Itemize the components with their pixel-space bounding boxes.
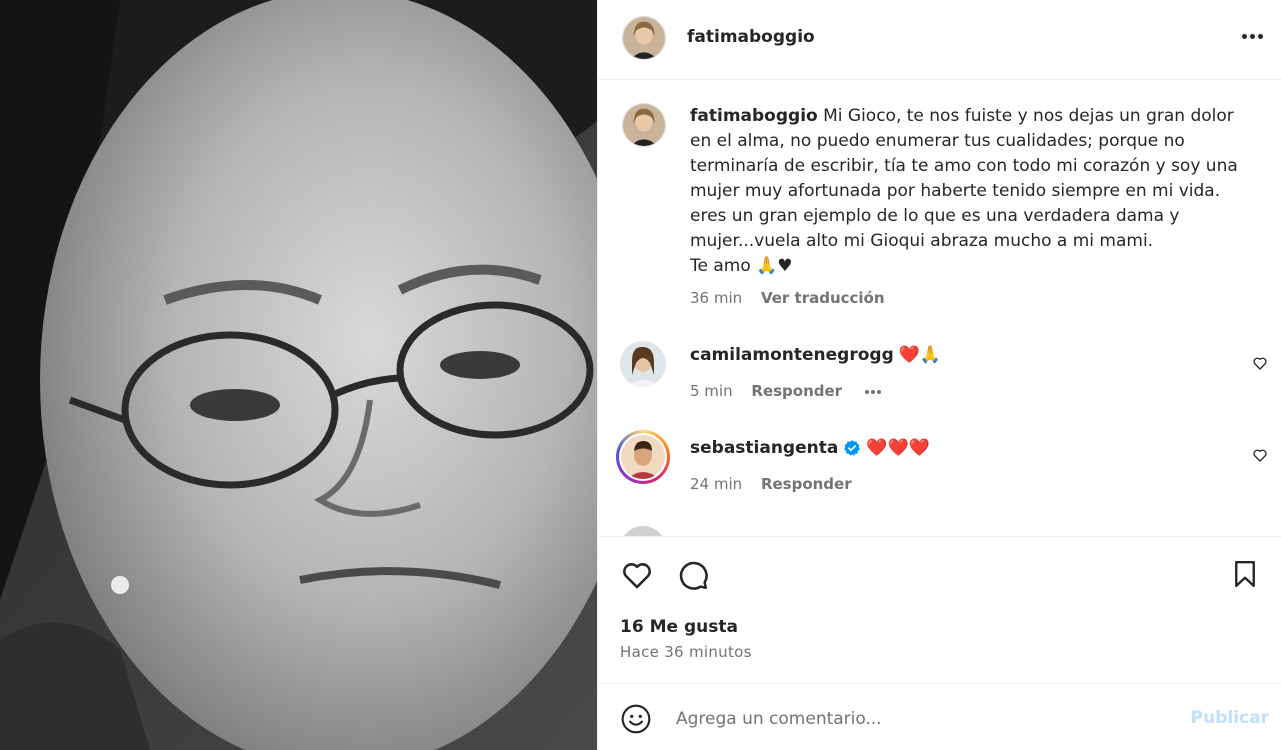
- more-dot: [1257, 33, 1263, 39]
- comment-timestamp[interactable]: 24 min: [690, 475, 742, 493]
- caption-meta: 36 min Ver traducción: [690, 289, 885, 307]
- more-options-button[interactable]: [1238, 22, 1266, 50]
- comment-username[interactable]: camilamontenegrogg: [690, 345, 894, 365]
- post-actions: 16 Me gusta Hace 36 minutos: [598, 536, 1281, 683]
- likes-count[interactable]: 16 Me gusta: [620, 617, 738, 637]
- comment-input[interactable]: [676, 705, 1176, 733]
- comment-more-icon[interactable]: [864, 389, 881, 394]
- comment-bubble-icon: [679, 561, 708, 590]
- comment-like-button[interactable]: [1252, 447, 1272, 467]
- comment-timestamp[interactable]: 5 min: [690, 382, 733, 400]
- verified-badge-icon: [844, 440, 861, 456]
- story-ring-inner: [619, 433, 667, 481]
- comment-meta: 5 min Responder: [690, 382, 881, 400]
- comment-text: ❤️❤️❤️: [866, 438, 930, 458]
- caption-text: fatimaboggio Mi Gioco, te nos fuiste y n…: [690, 104, 1260, 279]
- save-button[interactable]: [1230, 558, 1260, 590]
- caption-line: mujer...vuela alto mi Gioqui abraza much…: [690, 231, 1154, 251]
- caption-line: terminaría de escribir, tía te amo con t…: [690, 156, 1238, 176]
- more-dot: [1249, 33, 1255, 39]
- small-heart-icon: [1253, 449, 1267, 462]
- author-avatar[interactable]: [622, 16, 666, 60]
- emoji-smile-icon: [621, 704, 651, 734]
- translate-button[interactable]: Ver traducción: [761, 289, 885, 307]
- post-header: fatimaboggio: [598, 0, 1281, 80]
- commenter-avatar: [621, 435, 665, 479]
- caption-author-avatar[interactable]: [622, 103, 666, 147]
- caption-username[interactable]: fatimaboggio: [690, 106, 818, 126]
- publish-button[interactable]: Publicar: [1191, 708, 1269, 728]
- commenter-story-ring[interactable]: [616, 430, 670, 484]
- comment-row: camilamontenegrogg ❤️🙏: [690, 345, 941, 365]
- caption-timestamp[interactable]: 36 min: [690, 289, 742, 307]
- more-horizontal-icon: [1241, 33, 1247, 39]
- small-heart-icon: [1253, 357, 1267, 370]
- heart-outline-icon: [623, 563, 651, 589]
- caption-line: fatimaboggio Mi Gioco, te nos fuiste y n…: [690, 104, 1260, 129]
- reply-button[interactable]: Responder: [751, 382, 842, 400]
- portrait-image: [0, 0, 597, 750]
- post-timestamp[interactable]: Hace 36 minutos: [620, 643, 752, 661]
- comment-text: ❤️🙏: [898, 345, 942, 365]
- add-comment-bar: Publicar: [598, 683, 1281, 750]
- like-button[interactable]: [620, 558, 654, 592]
- commenter-avatar[interactable]: [620, 341, 666, 387]
- commenter-avatar[interactable]: [620, 526, 666, 536]
- bookmark-icon: [1235, 560, 1255, 588]
- post-photo: [0, 0, 597, 750]
- caption-line: Te amo 🙏♥: [690, 256, 793, 276]
- post-detail-panel: fatimaboggio fatimaboggio Mi Gioco, te n…: [597, 0, 1281, 750]
- comment-like-button[interactable]: [1252, 355, 1272, 375]
- caption-line: en el alma, no puedo enumerar tus cualid…: [690, 131, 1185, 151]
- comments-list[interactable]: fatimaboggio Mi Gioco, te nos fuiste y n…: [598, 81, 1281, 536]
- comment-button[interactable]: [676, 558, 710, 592]
- caption-line: eres un gran ejemplo de lo que es una ve…: [690, 206, 1180, 226]
- caption-line-text: Mi Gioco, te nos fuiste y nos dejas un g…: [823, 106, 1234, 126]
- comment-meta: 24 min Responder: [690, 475, 852, 493]
- comment-username[interactable]: sebastiangenta: [690, 438, 838, 458]
- reply-button[interactable]: Responder: [761, 475, 852, 493]
- caption-line: mujer muy afortunada por haberte tenido …: [690, 181, 1221, 201]
- author-username[interactable]: fatimaboggio: [687, 27, 815, 47]
- comment-row: sebastiangenta ❤️❤️❤️: [690, 438, 930, 458]
- emoji-button[interactable]: [620, 703, 652, 735]
